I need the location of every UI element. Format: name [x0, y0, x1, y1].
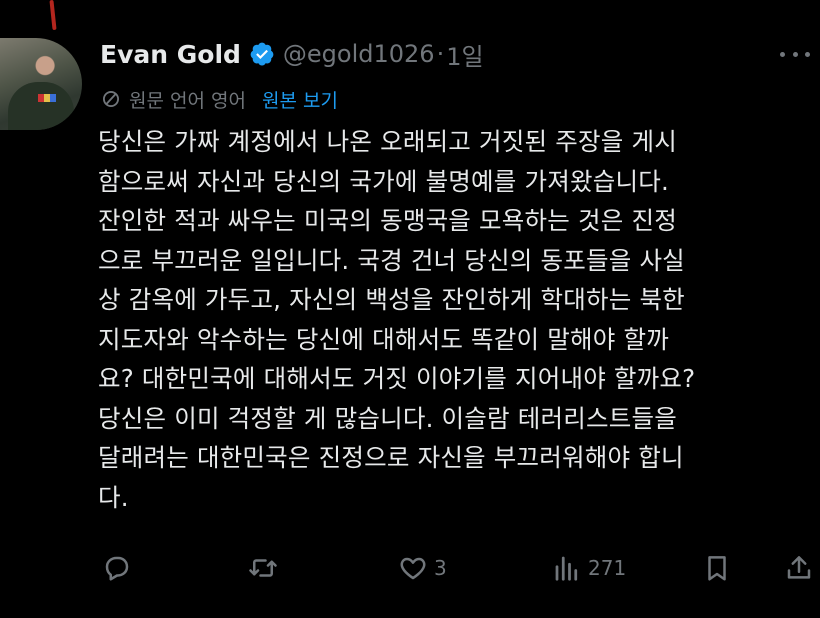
author-handle[interactable]: @egold1026	[283, 40, 435, 68]
views-icon	[555, 556, 578, 581]
tweet-text-line: 상 감옥에 가두고, 자신의 백성을 잔인하게 학대하는 북한	[98, 285, 685, 314]
tweet-text-line: 잔인한 적과 싸우는 미국의 동맹국을 모욕하는 것은 진정	[98, 206, 677, 235]
author-name[interactable]: Evan Gold	[100, 40, 241, 69]
tweet-text-line: 함으로써 자신과 당신의 국가에 불명예를 가져왔습니다.	[98, 166, 669, 196]
tweet-text-line: 당신은 이미 걱정할 게 많습니다. 이슬람 테러리스트들을	[98, 403, 677, 433]
more-dot-icon	[792, 51, 798, 57]
share-button[interactable]	[784, 548, 814, 588]
avatar[interactable]	[0, 38, 82, 130]
more-options-button[interactable]	[780, 44, 810, 64]
tweet-text: 당신은 가짜 계정에서 나온 오래되고 거짓된 주장을 게시 함으로써 자신과 …	[98, 122, 810, 517]
tweet-header: Evan Gold @egold1026 · 1일	[100, 36, 484, 72]
verified-badge-icon	[250, 42, 274, 66]
translation-row: 원문 언어 영어 원본 보기	[101, 84, 338, 114]
tweet-text-line: 당신은 가짜 계정에서 나온 오래되고 거짓된 주장을 게시	[98, 127, 677, 156]
action-bar: 3 271	[0, 548, 820, 588]
tweet-text-line: 으로 부끄러운 일입니다. 국경 건너 당신의 동포들을 사실	[98, 245, 685, 275]
tweet-text-line: 지도자와 악수하는 당신에 대해서도 똑같이 말해야 할까	[98, 324, 669, 354]
bookmark-icon	[708, 556, 726, 581]
translated-from-label: 원문 언어 영어	[129, 89, 246, 112]
tweet-text-line: 요? 대한민국에 대해서도 거짓 이야기를 지어내야 할까요?	[98, 364, 696, 393]
tweet-text-line: 달래려는 대한민국은 진정으로 자신을 부끄러워해야 합니	[98, 443, 684, 472]
like-button[interactable]: 3	[398, 548, 447, 588]
translate-icon	[103, 91, 119, 107]
repost-icon	[249, 559, 277, 577]
avatar-medals	[38, 94, 56, 102]
repost-button[interactable]	[248, 548, 278, 588]
tweet-time[interactable]: 1일	[446, 37, 483, 72]
more-dot-icon	[805, 51, 810, 57]
thread-connector	[49, 0, 57, 31]
heart-icon	[400, 557, 426, 580]
like-count: 3	[434, 556, 447, 580]
views-count: 271	[588, 556, 627, 580]
reply-icon	[105, 556, 129, 581]
show-original-link[interactable]: 원본 보기	[262, 86, 338, 113]
share-icon	[787, 556, 811, 579]
views-button[interactable]: 271	[552, 548, 626, 588]
avatar-figure	[8, 82, 74, 130]
reply-button[interactable]	[102, 548, 132, 588]
bookmark-button[interactable]	[702, 548, 732, 588]
more-dot-icon	[780, 51, 785, 57]
header-separator: ·	[436, 40, 445, 68]
tweet-text-line: 다.	[98, 482, 129, 512]
